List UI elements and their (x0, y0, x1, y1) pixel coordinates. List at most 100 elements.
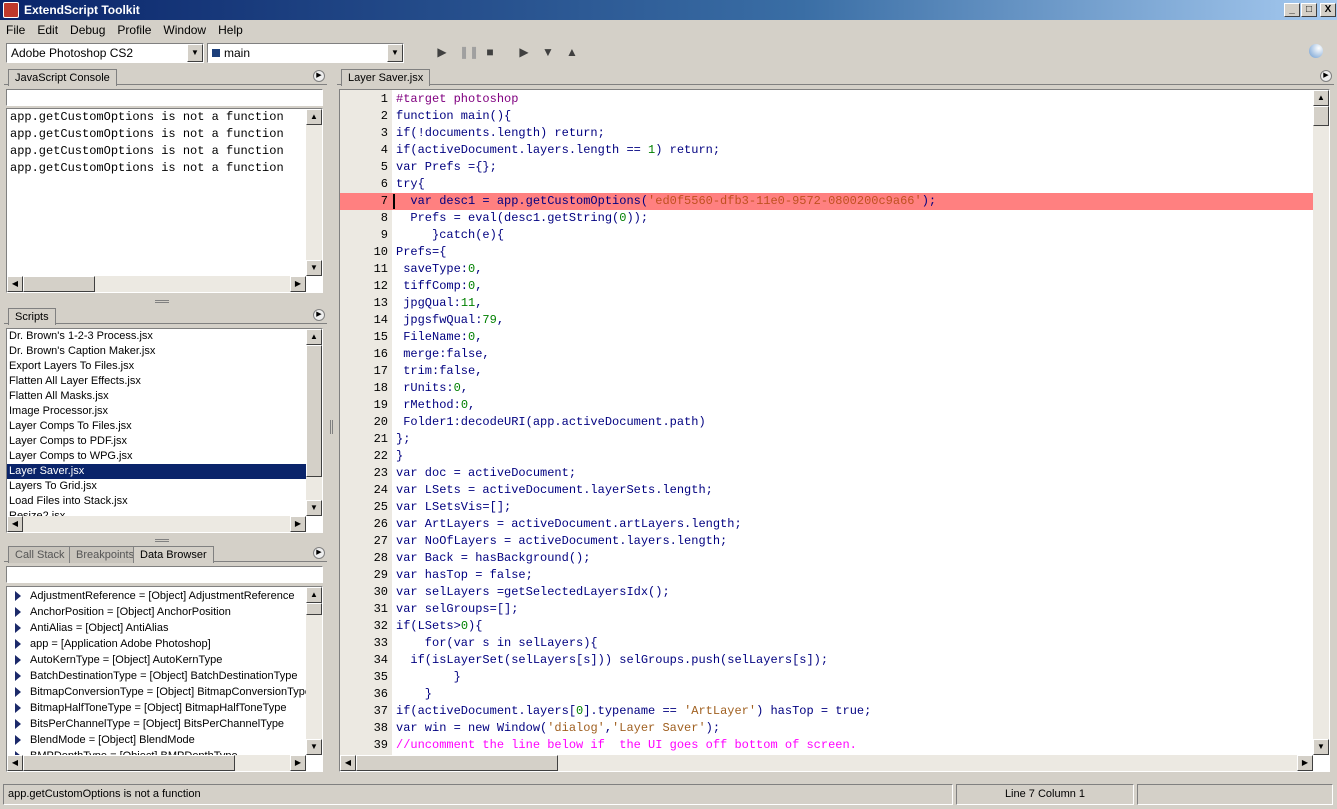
panel-menu-icon[interactable]: ▶ (313, 70, 325, 82)
scroll-up-icon[interactable]: ▲ (306, 109, 322, 125)
script-list-item[interactable]: Dr. Brown's Caption Maker.jsx (7, 344, 306, 359)
code-line[interactable]: 21}; (340, 431, 1313, 448)
code-line[interactable]: 3 if(!documents.length) return; (340, 125, 1313, 142)
script-list-item[interactable]: Resize2.jsx (7, 509, 306, 516)
code-line[interactable]: 34 if(isLayerSet(selLayers[s])) selGroup… (340, 652, 1313, 669)
code-line[interactable]: 23 var doc = activeDocument; (340, 465, 1313, 482)
line-number[interactable]: 10 (340, 244, 388, 261)
line-number[interactable]: 37 (340, 703, 388, 720)
console-input[interactable] (6, 89, 323, 106)
expand-triangle-icon[interactable] (15, 687, 21, 698)
code-line[interactable]: 32 if(LSets>0){ (340, 618, 1313, 635)
console-hscrollbar[interactable]: ◀ ▶ (7, 276, 306, 292)
scroll-down-icon[interactable]: ▼ (1313, 739, 1329, 755)
line-number[interactable]: 1 (340, 91, 388, 108)
tab-breakpoints[interactable]: Breakpoints (69, 546, 142, 563)
line-number[interactable]: 18 (340, 380, 388, 397)
scroll-down-icon[interactable]: ▼ (306, 739, 322, 755)
code-line[interactable]: 27 var NoOfLayers = activeDocument.layers… (340, 533, 1313, 550)
scroll-down-icon[interactable]: ▼ (306, 260, 322, 276)
db-vscrollbar[interactable]: ▲ ▼ (306, 587, 322, 755)
expand-triangle-icon[interactable] (15, 703, 21, 714)
tab-data-browser[interactable]: Data Browser (133, 546, 214, 563)
code-lines[interactable]: 1 #target photoshop 2 function main(){3 if(!… (340, 91, 1313, 756)
code-line[interactable]: 20 Folder1:decodeURI(app.activeDocument.… (340, 414, 1313, 431)
line-number[interactable]: 30 (340, 584, 388, 601)
data-browser-item[interactable]: BitmapHalfToneType = [Object] BitmapHalf… (7, 700, 306, 716)
expand-triangle-icon[interactable] (15, 735, 21, 746)
chevron-down-icon[interactable]: ▼ (187, 44, 203, 62)
code-line[interactable]: 17 trim:false, (340, 363, 1313, 380)
run-icon[interactable]: ▶ (435, 45, 449, 59)
scroll-thumb[interactable] (306, 603, 322, 615)
data-browser-item[interactable]: app = [Application Adobe Photoshop] (7, 636, 306, 652)
step-over-icon[interactable]: ▶ (517, 45, 531, 59)
line-number[interactable]: 35 (340, 669, 388, 686)
code-line[interactable]: 28 var Back = hasBackground(); (340, 550, 1313, 567)
target-app-select[interactable]: Adobe Photoshop CS2 ▼ (6, 43, 204, 63)
vertical-splitter-grip[interactable] (330, 420, 333, 434)
data-browser-item[interactable]: BitsPerChannelType = [Object] BitsPerCha… (7, 716, 306, 732)
scroll-right-icon[interactable]: ▶ (1297, 755, 1313, 771)
line-number[interactable]: 15 (340, 329, 388, 346)
scroll-right-icon[interactable]: ▶ (290, 516, 306, 532)
scroll-thumb[interactable] (356, 755, 558, 771)
code-line[interactable]: 30 var selLayers =getSelectedLayersIdx(); (340, 584, 1313, 601)
db-hscrollbar[interactable]: ◀ ▶ (7, 755, 306, 771)
line-number[interactable]: 14 (340, 312, 388, 329)
scroll-right-icon[interactable]: ▶ (290, 755, 306, 771)
line-number[interactable]: 16 (340, 346, 388, 363)
expand-triangle-icon[interactable] (15, 607, 21, 618)
line-number[interactable]: 39 (340, 737, 388, 754)
expand-triangle-icon[interactable] (15, 719, 21, 730)
editor-vscrollbar[interactable]: ▲ ▼ (1313, 90, 1329, 755)
scroll-left-icon[interactable]: ◀ (7, 276, 23, 292)
maximize-button[interactable]: □ (1301, 3, 1317, 17)
menu-file[interactable]: File (0, 20, 31, 37)
line-number[interactable]: 7 (340, 193, 388, 210)
code-line[interactable]: 11 saveType:0, (340, 261, 1313, 278)
line-number[interactable]: 28 (340, 550, 388, 567)
line-number[interactable]: 32 (340, 618, 388, 635)
script-list-item[interactable]: Layer Comps to PDF.jsx (7, 434, 306, 449)
data-browser-item[interactable]: BMPDepthType = [Object] BMPDepthType (7, 748, 306, 755)
code-line[interactable]: 9 }catch(e){ (340, 227, 1313, 244)
code-line[interactable]: 26 var ArtLayers = activeDocument.artLaye… (340, 516, 1313, 533)
minimize-button[interactable]: _ (1284, 3, 1300, 17)
script-list-item[interactable]: Layers To Grid.jsx (7, 479, 306, 494)
code-line[interactable]: 7 var desc1 = app.getCustomOptions('ed0f… (340, 193, 1313, 210)
line-number[interactable]: 11 (340, 261, 388, 278)
scripts-vscrollbar[interactable]: ▲ ▼ (306, 329, 322, 516)
code-line[interactable]: 35 } (340, 669, 1313, 686)
line-number[interactable]: 5 (340, 159, 388, 176)
menu-help[interactable]: Help (212, 20, 249, 37)
line-number[interactable]: 27 (340, 533, 388, 550)
script-list-item[interactable]: Dr. Brown's 1-2-3 Process.jsx (7, 329, 306, 344)
code-line[interactable]: 22} (340, 448, 1313, 465)
expand-triangle-icon[interactable] (15, 655, 21, 666)
step-into-icon[interactable]: ▼ (541, 45, 555, 59)
line-number[interactable]: 23 (340, 465, 388, 482)
code-line[interactable]: 36 } (340, 686, 1313, 703)
code-line[interactable]: 31 var selGroups=[]; (340, 601, 1313, 618)
step-out-icon[interactable]: ▲ (565, 45, 579, 59)
tab-scripts[interactable]: Scripts (8, 308, 56, 325)
menu-edit[interactable]: Edit (31, 20, 64, 37)
script-list-item[interactable]: Load Files into Stack.jsx (7, 494, 306, 509)
line-number[interactable]: 20 (340, 414, 388, 431)
script-list-item[interactable]: Flatten All Layer Effects.jsx (7, 374, 306, 389)
line-number[interactable]: 33 (340, 635, 388, 652)
scroll-left-icon[interactable]: ◀ (340, 755, 356, 771)
code-line[interactable]: 5 var Prefs ={}; (340, 159, 1313, 176)
data-browser-item[interactable]: BatchDestinationType = [Object] BatchDes… (7, 668, 306, 684)
script-list-item[interactable]: Layer Comps to WPG.jsx (7, 449, 306, 464)
expand-triangle-icon[interactable] (15, 671, 21, 682)
script-list-item[interactable]: Flatten All Masks.jsx (7, 389, 306, 404)
line-number[interactable]: 13 (340, 295, 388, 312)
code-editor[interactable]: 1 #target photoshop 2 function main(){3 if(!… (339, 89, 1330, 772)
code-line[interactable]: 29 var hasTop = false; (340, 567, 1313, 584)
engine-select[interactable]: main ▼ (207, 43, 404, 63)
code-line[interactable]: 19 rMethod:0, (340, 397, 1313, 414)
scroll-left-icon[interactable]: ◀ (7, 755, 23, 771)
close-button[interactable]: X (1320, 3, 1336, 17)
